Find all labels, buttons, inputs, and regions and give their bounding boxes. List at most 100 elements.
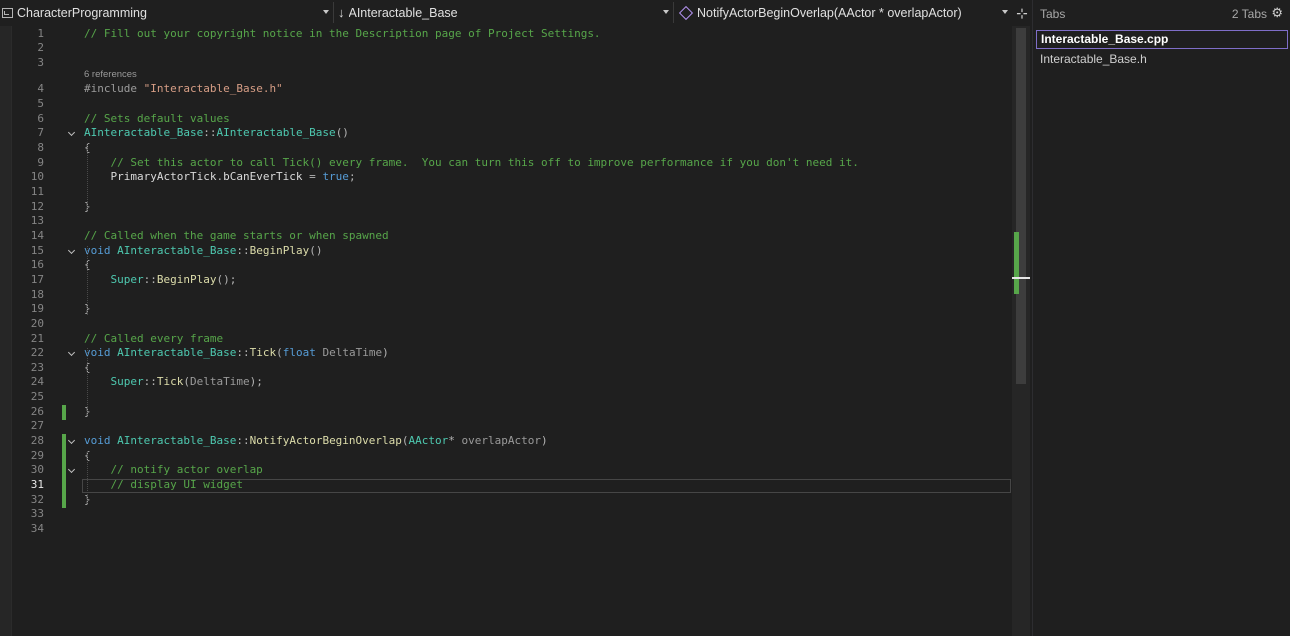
tab-interactable-base-h[interactable]: Interactable_Base.h bbox=[1036, 51, 1286, 68]
code-token: true bbox=[322, 170, 349, 184]
line-number: 34 bbox=[30, 521, 44, 535]
line-number: 4 bbox=[37, 82, 44, 96]
code-token: ); bbox=[249, 375, 263, 389]
code-line[interactable]: #include "Interactable_Base.h" bbox=[84, 82, 283, 96]
code-token: DeltaTime bbox=[189, 375, 250, 389]
code-token: // Sets default values bbox=[84, 111, 230, 125]
line-number: 20 bbox=[30, 316, 44, 330]
code-line[interactable]: // Called when the game starts or when s… bbox=[84, 229, 389, 243]
line-number: 11 bbox=[30, 185, 44, 198]
line-number: 2 bbox=[37, 41, 44, 55]
line-number: 25 bbox=[30, 390, 44, 404]
code-token: :: bbox=[236, 243, 250, 257]
method-icon bbox=[678, 5, 694, 20]
code-line[interactable]: // Called every frame bbox=[84, 332, 223, 346]
line-number: 30 bbox=[30, 463, 44, 477]
vertical-scrollbar[interactable] bbox=[1012, 26, 1030, 636]
code-editor[interactable]: 1 // Fill out your copyright notice in th… bbox=[0, 26, 1012, 636]
code-token: :: bbox=[143, 375, 157, 389]
code-token: Super bbox=[84, 272, 144, 286]
chevron-down-icon bbox=[663, 10, 669, 14]
code-token: = bbox=[302, 170, 323, 184]
line-number: 23 bbox=[30, 360, 44, 374]
code-token: Super bbox=[84, 375, 144, 389]
code-token: AInteractable_Base bbox=[84, 126, 204, 140]
gear-icon[interactable]: ⚙ bbox=[1271, 5, 1283, 21]
code-token: () bbox=[309, 243, 323, 257]
code-token: BeginPlay bbox=[156, 272, 217, 286]
code-token: DeltaTime bbox=[322, 346, 383, 360]
code-line[interactable]: Super::Tick(DeltaTime); bbox=[84, 375, 263, 389]
indent-guide bbox=[87, 348, 88, 418]
chevron-down-icon bbox=[1002, 10, 1008, 14]
change-indicator bbox=[62, 404, 66, 420]
code-area[interactable]: 1 // Fill out your copyright notice in th… bbox=[0, 26, 1012, 636]
split-icon: ⊹ bbox=[1016, 4, 1028, 21]
code-token: Tick bbox=[249, 346, 277, 360]
fold-chevron-icon[interactable] bbox=[67, 244, 77, 258]
member-dropdown[interactable]: NotifyActorBeginOverlap(AActor * overlap… bbox=[676, 2, 1012, 23]
code-token: float bbox=[282, 346, 323, 360]
code-line[interactable]: AInteractable_Base::AInteractable_Base() bbox=[84, 126, 349, 140]
code-line[interactable]: // Sets default values bbox=[84, 112, 230, 126]
fold-chevron-icon[interactable] bbox=[67, 434, 77, 448]
code-token: BeginPlay bbox=[249, 243, 310, 257]
code-token: AActor bbox=[408, 434, 449, 448]
project-dropdown-label: CharacterProgramming bbox=[17, 5, 147, 20]
scrollbar-thumb[interactable] bbox=[1016, 28, 1026, 384]
split-editor-button[interactable]: ⊹ bbox=[1014, 4, 1030, 22]
fold-chevron-icon[interactable] bbox=[67, 463, 77, 477]
line-number: 31 bbox=[30, 478, 44, 491]
tabs-panel: Tabs 2 Tabs ⚙ Interactable_Base.cpp Inte… bbox=[1032, 0, 1290, 636]
code-token: // Called every frame bbox=[84, 331, 224, 345]
code-line[interactable]: // Set this actor to call Tick() every f… bbox=[84, 156, 858, 170]
navigation-bar: CharacterProgramming ↓ AInteractable_Bas… bbox=[0, 0, 1012, 27]
line-number: 18 bbox=[30, 287, 44, 301]
code-token: :: bbox=[236, 434, 250, 448]
code-line[interactable]: // display UI widget bbox=[84, 478, 243, 492]
code-token: (); bbox=[216, 272, 237, 286]
code-token: Tick bbox=[156, 375, 184, 389]
code-line[interactable]: PrimaryActorTick.bCanEverTick = true; bbox=[84, 170, 355, 184]
code-line[interactable]: // Fill out your copyright notice in the… bbox=[84, 27, 601, 41]
line-number: 33 bbox=[30, 507, 44, 521]
code-line[interactable]: void AInteractable_Base::NotifyActorBegi… bbox=[84, 434, 548, 448]
code-token: AInteractable_Base bbox=[216, 126, 336, 140]
code-line[interactable]: void AInteractable_Base::Tick(float Delt… bbox=[84, 346, 389, 360]
fold-chevron-icon[interactable] bbox=[67, 126, 77, 140]
code-token: void bbox=[84, 346, 118, 360]
project-dropdown[interactable]: CharacterProgramming bbox=[0, 2, 334, 23]
chevron-down-icon bbox=[323, 10, 329, 14]
code-line[interactable]: void AInteractable_Base::BeginPlay() bbox=[84, 244, 322, 258]
code-line[interactable]: // notify actor overlap bbox=[84, 463, 262, 477]
arrow-down-icon: ↓ bbox=[338, 5, 345, 20]
codelens-references[interactable]: 6 references bbox=[84, 69, 137, 80]
tab-interactable-base-cpp[interactable]: Interactable_Base.cpp bbox=[1036, 30, 1288, 49]
project-icon bbox=[2, 7, 13, 18]
code-line[interactable]: Super::BeginPlay(); bbox=[84, 273, 236, 287]
code-token: AInteractable_Base bbox=[117, 434, 237, 448]
line-number: 12 bbox=[30, 199, 44, 213]
code-token: void bbox=[84, 434, 118, 448]
code-token: void bbox=[84, 243, 118, 257]
code-token: ) bbox=[541, 434, 548, 448]
code-token: // display UI widget bbox=[84, 478, 243, 491]
code-token: :: bbox=[203, 126, 217, 140]
code-token: NotifyActorBeginOverlap bbox=[249, 434, 402, 448]
scope-dropdown[interactable]: ↓ AInteractable_Base bbox=[336, 2, 674, 23]
change-indicator bbox=[62, 463, 66, 479]
indent-guide bbox=[87, 450, 88, 506]
change-marker bbox=[1014, 232, 1019, 294]
code-token: :: bbox=[236, 346, 250, 360]
line-number: 26 bbox=[30, 404, 44, 418]
indent-guide bbox=[87, 245, 88, 315]
caret-position-marker bbox=[1012, 277, 1030, 279]
line-number: 22 bbox=[30, 346, 44, 360]
line-number: 16 bbox=[30, 258, 44, 272]
fold-chevron-icon[interactable] bbox=[67, 346, 77, 360]
line-number: 21 bbox=[30, 331, 44, 345]
line-number: 29 bbox=[30, 448, 44, 462]
line-number: 24 bbox=[30, 375, 44, 389]
line-number: 6 bbox=[37, 111, 44, 125]
code-token: ( bbox=[183, 375, 190, 389]
